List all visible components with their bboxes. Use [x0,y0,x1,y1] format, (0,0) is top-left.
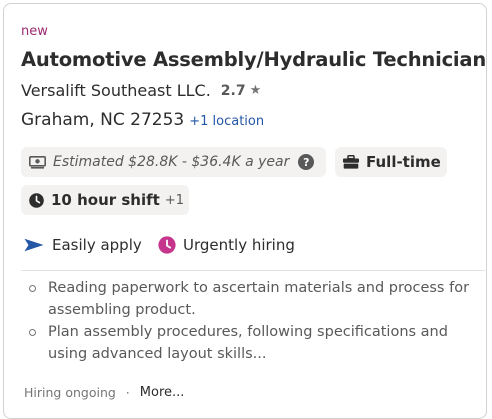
clock-icon [29,192,44,208]
snippet-text: Plan assembly procedures, following spec… [48,324,448,362]
send-arrow-icon [24,238,44,252]
salary-estimate: Estimated $28.8K - $36.4K a year [53,154,290,170]
urgent-clock-icon [158,236,176,254]
urgent-hiring-highlight: Urgently hiring [158,236,295,254]
job-card[interactable]: new Automotive Assembly/Hydraulic Techni… [3,3,487,419]
divider [21,270,485,271]
job-type: Full-time [366,153,441,171]
easy-apply-highlight: Easily apply [24,236,142,254]
briefcase-icon [343,155,359,169]
snippet-item: Reading paperwork to ascertain materials… [29,277,487,321]
salary-attribute: Estimated $28.8K - $36.4K a year ? [21,147,326,177]
bullet-circle-icon [29,329,36,336]
company-name: Versalift Southeast LLC. [21,81,211,100]
shift-schedule: 10 hour shift [51,191,160,209]
more-link[interactable]: More... [140,385,185,400]
job-snippet: Reading paperwork to ascertain materials… [29,277,487,365]
footer-separator: · [125,385,130,400]
card-footer: Hiring ongoing · More... [24,385,184,400]
shift-more-count: +1 [164,192,184,208]
star-icon: ★ [249,83,262,98]
shift-attribute: 10 hour shift +1 [21,185,189,215]
hiring-status: Hiring ongoing [24,385,116,400]
job-title-link[interactable]: Automotive Assembly/Hydraulic Technician [21,48,486,71]
easy-apply-label: Easily apply [52,236,142,254]
money-icon [29,155,46,169]
new-badge: new [21,24,48,39]
bullet-circle-icon [29,285,36,292]
location-row: Graham, NC 27253 +1 location [21,110,264,130]
snippet-item: Plan assembly procedures, following spec… [29,321,487,365]
job-type-attribute: Full-time [335,147,447,177]
more-locations-link[interactable]: +1 location [189,114,264,129]
help-icon[interactable]: ? [298,154,315,170]
company-rating: 2.7 [220,82,246,99]
company-row: Versalift Southeast LLC. 2.7 ★ [21,81,261,100]
urgent-hiring-label: Urgently hiring [183,236,295,254]
snippet-text: Reading paperwork to ascertain materials… [48,280,470,318]
job-location: Graham, NC 27253 [21,110,185,130]
